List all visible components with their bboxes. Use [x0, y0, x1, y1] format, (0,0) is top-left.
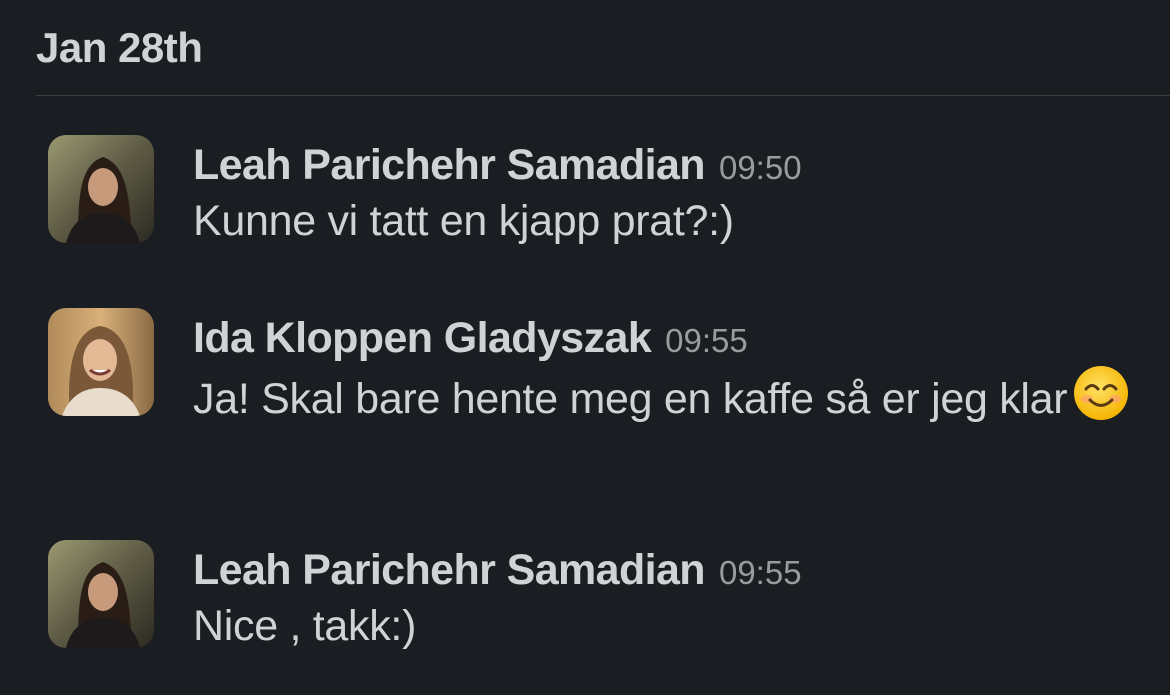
message-list: Jan 28th Leah Parichehr Samadian 09:50 K… [0, 0, 1170, 695]
avatar[interactable] [48, 135, 154, 243]
sender-name[interactable]: Ida Kloppen Gladyszak [193, 314, 652, 363]
message-text: Nice , takk:) [193, 602, 417, 650]
message-timestamp[interactable]: 09:55 [719, 554, 802, 592]
message-timestamp[interactable]: 09:50 [719, 149, 802, 187]
smiling-face-icon [1073, 365, 1129, 421]
date-header[interactable]: Jan 28th [36, 24, 203, 72]
avatar-photo-icon [48, 540, 154, 648]
avatar-photo-icon [48, 135, 154, 243]
message-text-content: Ja! Skal bare hente meg en kaffe så er j… [193, 375, 1068, 423]
message-text: Kunne vi tatt en kjapp prat?:) [193, 197, 734, 245]
avatar[interactable] [48, 308, 154, 416]
avatar[interactable] [48, 540, 154, 648]
avatar-photo-icon [48, 308, 154, 416]
sender-name[interactable]: Leah Parichehr Samadian [193, 546, 706, 595]
date-divider [36, 95, 1170, 96]
message-timestamp[interactable]: 09:55 [665, 322, 748, 360]
message-text: Ja! Skal bare hente meg en kaffe så er j… [193, 365, 1130, 428]
sender-name[interactable]: Leah Parichehr Samadian [193, 141, 706, 190]
